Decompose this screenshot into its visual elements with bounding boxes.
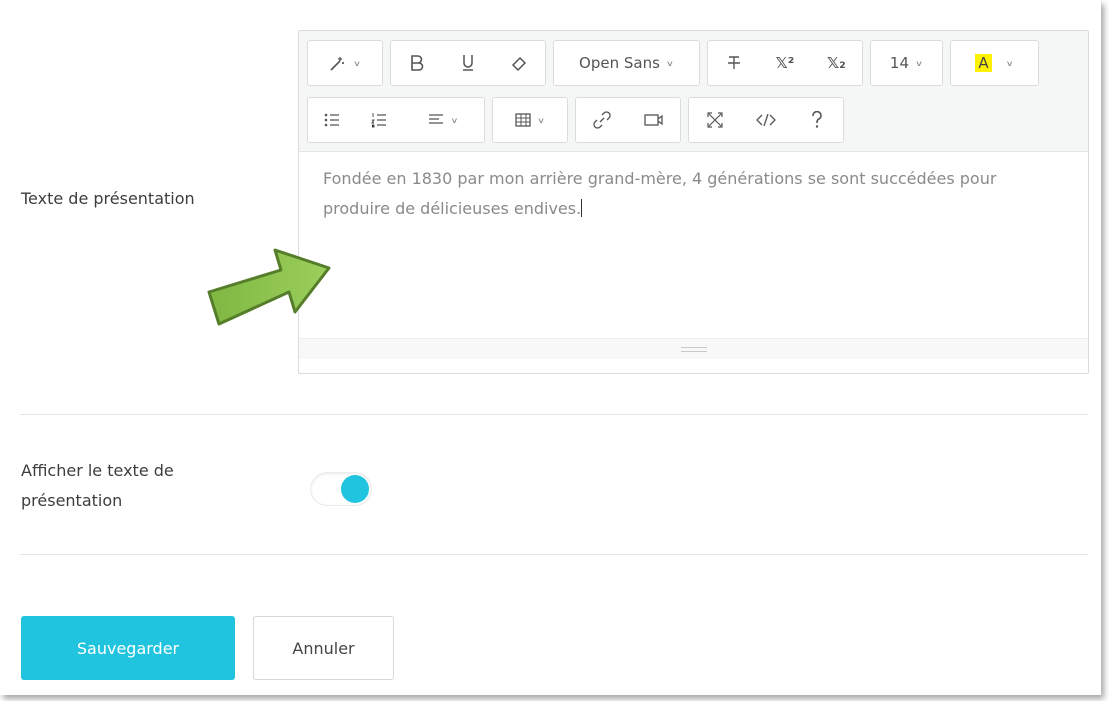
font-size-dropdown[interactable]: 14 ∨	[871, 41, 942, 85]
underline-icon	[462, 55, 473, 71]
table-dropdown[interactable]: ∨	[493, 98, 567, 142]
cancel-button[interactable]: Annuler	[253, 616, 394, 680]
editor-text: Fondée en 1830 par mon arrière grand-mèr…	[323, 169, 997, 218]
presentation-text-label: Texte de présentation	[21, 189, 195, 208]
code-icon	[756, 113, 776, 127]
font-size-group: 14 ∨	[870, 40, 943, 86]
bullet-list-icon	[324, 113, 339, 127]
subscript-button[interactable]: 𝕏₂	[811, 41, 862, 85]
settings-card: Texte de présentation ∨ Open Sans ∨ 𝕏² 𝕏…	[0, 0, 1101, 695]
video-icon	[644, 114, 663, 126]
fullscreen-icon	[707, 112, 723, 128]
view-group	[688, 97, 844, 143]
section-divider	[20, 414, 1088, 415]
save-button[interactable]: Sauvegarder	[21, 616, 235, 680]
format-group	[390, 40, 546, 86]
color-group: A ∨	[950, 40, 1039, 86]
chevron-down-icon: ∨	[536, 115, 546, 125]
strikethrough-icon	[727, 56, 740, 69]
bold-button[interactable]	[391, 41, 442, 85]
underline-button[interactable]	[442, 41, 493, 85]
help-icon	[812, 111, 823, 128]
insert-group	[575, 97, 681, 143]
editor-content[interactable]: Fondée en 1830 par mon arrière grand-mèr…	[299, 152, 1088, 338]
editor-toolbar: ∨ Open Sans ∨ 𝕏² 𝕏₂ 14 ∨ A ∨ ∨ ∨	[299, 31, 1088, 152]
chevron-down-icon: ∨	[1005, 58, 1014, 68]
table-group: ∨	[492, 97, 568, 143]
magic-wand-icon	[330, 57, 344, 71]
font-size-value: 14	[889, 54, 910, 72]
align-dropdown[interactable]: ∨	[403, 98, 484, 142]
link-button[interactable]	[576, 98, 628, 142]
font-family-dropdown[interactable]: Open Sans ∨	[554, 41, 699, 85]
color-swatch: A	[975, 54, 992, 72]
chevron-down-icon: ∨	[665, 58, 674, 68]
show-presentation-toggle[interactable]	[311, 473, 371, 505]
link-icon	[593, 111, 611, 129]
script-group: 𝕏² 𝕏₂	[707, 40, 863, 86]
chevron-down-icon: ∨	[450, 115, 459, 125]
text-caret	[581, 199, 583, 217]
strikethrough-button[interactable]	[708, 41, 759, 85]
show-presentation-label: Afficher le texte de présentation	[21, 461, 174, 510]
superscript-button[interactable]: 𝕏²	[759, 41, 810, 85]
chevron-down-icon: ∨	[915, 58, 924, 68]
pointer-arrow-icon	[207, 248, 331, 326]
toggle-knob	[341, 475, 369, 503]
font-family-value: Open Sans	[579, 54, 660, 72]
numbered-list-button[interactable]	[355, 98, 402, 142]
section-divider	[20, 554, 1088, 555]
numbered-list-icon	[371, 113, 387, 128]
table-icon	[515, 113, 531, 127]
eraser-button[interactable]	[494, 41, 545, 85]
text-color-dropdown[interactable]: A ∨	[951, 41, 1038, 85]
chevron-down-icon: ∨	[352, 58, 362, 68]
help-button[interactable]	[792, 98, 843, 142]
video-button[interactable]	[628, 98, 680, 142]
font-family-group: Open Sans ∨	[553, 40, 700, 86]
editor-resize-handle[interactable]	[299, 338, 1088, 359]
eraser-icon	[512, 56, 527, 72]
style-group: ∨	[307, 40, 383, 86]
bold-icon	[410, 55, 423, 71]
list-group: ∨	[307, 97, 485, 143]
fullscreen-button[interactable]	[689, 98, 740, 142]
magic-wand-dropdown[interactable]: ∨	[308, 41, 382, 85]
align-left-icon	[429, 114, 444, 124]
code-view-button[interactable]	[740, 98, 791, 142]
rich-text-editor: ∨ Open Sans ∨ 𝕏² 𝕏₂ 14 ∨ A ∨ ∨ ∨ Fondée …	[298, 30, 1089, 374]
bullet-list-button[interactable]	[308, 98, 355, 142]
